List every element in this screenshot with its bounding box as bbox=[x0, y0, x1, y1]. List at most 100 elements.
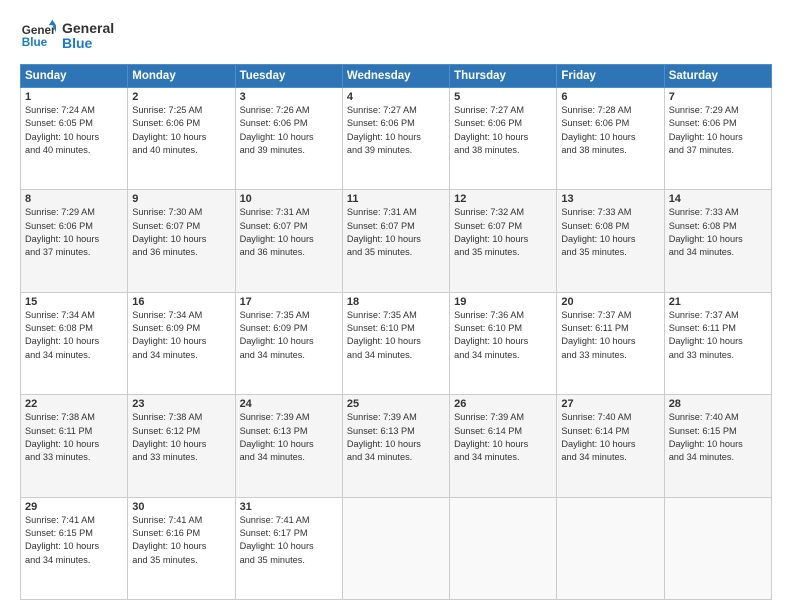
day-info: Sunrise: 7:31 AM Sunset: 6:07 PM Dayligh… bbox=[347, 206, 445, 259]
calendar-cell: 30Sunrise: 7:41 AM Sunset: 6:16 PM Dayli… bbox=[128, 497, 235, 599]
dow-header: Tuesday bbox=[235, 65, 342, 88]
day-info: Sunrise: 7:30 AM Sunset: 6:07 PM Dayligh… bbox=[132, 206, 230, 259]
day-info: Sunrise: 7:38 AM Sunset: 6:11 PM Dayligh… bbox=[25, 411, 123, 464]
calendar-cell: 24Sunrise: 7:39 AM Sunset: 6:13 PM Dayli… bbox=[235, 395, 342, 497]
day-number: 8 bbox=[25, 193, 123, 205]
day-number: 12 bbox=[454, 193, 552, 205]
day-number: 22 bbox=[25, 398, 123, 410]
day-info: Sunrise: 7:35 AM Sunset: 6:09 PM Dayligh… bbox=[240, 309, 338, 362]
day-info: Sunrise: 7:41 AM Sunset: 6:16 PM Dayligh… bbox=[132, 514, 230, 567]
calendar-cell: 19Sunrise: 7:36 AM Sunset: 6:10 PM Dayli… bbox=[450, 292, 557, 394]
calendar-cell: 21Sunrise: 7:37 AM Sunset: 6:11 PM Dayli… bbox=[664, 292, 771, 394]
calendar-cell: 29Sunrise: 7:41 AM Sunset: 6:15 PM Dayli… bbox=[21, 497, 128, 599]
day-info: Sunrise: 7:39 AM Sunset: 6:13 PM Dayligh… bbox=[347, 411, 445, 464]
calendar-cell: 2Sunrise: 7:25 AM Sunset: 6:06 PM Daylig… bbox=[128, 88, 235, 190]
calendar-cell: 1Sunrise: 7:24 AM Sunset: 6:05 PM Daylig… bbox=[21, 88, 128, 190]
day-info: Sunrise: 7:29 AM Sunset: 6:06 PM Dayligh… bbox=[25, 206, 123, 259]
calendar-cell: 9Sunrise: 7:30 AM Sunset: 6:07 PM Daylig… bbox=[128, 190, 235, 292]
header: General Blue General Blue bbox=[20, 18, 772, 54]
calendar-cell bbox=[342, 497, 449, 599]
day-number: 26 bbox=[454, 398, 552, 410]
calendar-cell: 5Sunrise: 7:27 AM Sunset: 6:06 PM Daylig… bbox=[450, 88, 557, 190]
calendar-cell bbox=[664, 497, 771, 599]
dow-header: Wednesday bbox=[342, 65, 449, 88]
day-number: 24 bbox=[240, 398, 338, 410]
day-info: Sunrise: 7:37 AM Sunset: 6:11 PM Dayligh… bbox=[669, 309, 767, 362]
day-number: 28 bbox=[669, 398, 767, 410]
dow-header: Friday bbox=[557, 65, 664, 88]
day-info: Sunrise: 7:29 AM Sunset: 6:06 PM Dayligh… bbox=[669, 104, 767, 157]
day-info: Sunrise: 7:34 AM Sunset: 6:09 PM Dayligh… bbox=[132, 309, 230, 362]
day-number: 9 bbox=[132, 193, 230, 205]
day-number: 2 bbox=[132, 91, 230, 103]
dow-header: Saturday bbox=[664, 65, 771, 88]
day-number: 11 bbox=[347, 193, 445, 205]
calendar-cell: 8Sunrise: 7:29 AM Sunset: 6:06 PM Daylig… bbox=[21, 190, 128, 292]
day-info: Sunrise: 7:41 AM Sunset: 6:15 PM Dayligh… bbox=[25, 514, 123, 567]
calendar-cell: 16Sunrise: 7:34 AM Sunset: 6:09 PM Dayli… bbox=[128, 292, 235, 394]
day-number: 31 bbox=[240, 501, 338, 513]
day-info: Sunrise: 7:39 AM Sunset: 6:14 PM Dayligh… bbox=[454, 411, 552, 464]
calendar-cell: 15Sunrise: 7:34 AM Sunset: 6:08 PM Dayli… bbox=[21, 292, 128, 394]
day-info: Sunrise: 7:27 AM Sunset: 6:06 PM Dayligh… bbox=[347, 104, 445, 157]
day-number: 27 bbox=[561, 398, 659, 410]
calendar: SundayMondayTuesdayWednesdayThursdayFrid… bbox=[20, 64, 772, 600]
day-info: Sunrise: 7:34 AM Sunset: 6:08 PM Dayligh… bbox=[25, 309, 123, 362]
calendar-cell: 27Sunrise: 7:40 AM Sunset: 6:14 PM Dayli… bbox=[557, 395, 664, 497]
calendar-cell: 23Sunrise: 7:38 AM Sunset: 6:12 PM Dayli… bbox=[128, 395, 235, 497]
calendar-cell: 18Sunrise: 7:35 AM Sunset: 6:10 PM Dayli… bbox=[342, 292, 449, 394]
day-number: 6 bbox=[561, 91, 659, 103]
logo-icon: General Blue bbox=[20, 18, 56, 54]
calendar-cell: 22Sunrise: 7:38 AM Sunset: 6:11 PM Dayli… bbox=[21, 395, 128, 497]
calendar-cell: 13Sunrise: 7:33 AM Sunset: 6:08 PM Dayli… bbox=[557, 190, 664, 292]
day-number: 21 bbox=[669, 296, 767, 308]
day-number: 16 bbox=[132, 296, 230, 308]
day-number: 29 bbox=[25, 501, 123, 513]
day-info: Sunrise: 7:40 AM Sunset: 6:15 PM Dayligh… bbox=[669, 411, 767, 464]
day-info: Sunrise: 7:31 AM Sunset: 6:07 PM Dayligh… bbox=[240, 206, 338, 259]
day-info: Sunrise: 7:39 AM Sunset: 6:13 PM Dayligh… bbox=[240, 411, 338, 464]
day-number: 1 bbox=[25, 91, 123, 103]
day-number: 30 bbox=[132, 501, 230, 513]
day-number: 7 bbox=[669, 91, 767, 103]
day-info: Sunrise: 7:24 AM Sunset: 6:05 PM Dayligh… bbox=[25, 104, 123, 157]
day-info: Sunrise: 7:41 AM Sunset: 6:17 PM Dayligh… bbox=[240, 514, 338, 567]
day-number: 25 bbox=[347, 398, 445, 410]
dow-header: Thursday bbox=[450, 65, 557, 88]
day-info: Sunrise: 7:25 AM Sunset: 6:06 PM Dayligh… bbox=[132, 104, 230, 157]
day-number: 20 bbox=[561, 296, 659, 308]
calendar-cell bbox=[557, 497, 664, 599]
calendar-cell: 20Sunrise: 7:37 AM Sunset: 6:11 PM Dayli… bbox=[557, 292, 664, 394]
day-number: 13 bbox=[561, 193, 659, 205]
dow-header: Monday bbox=[128, 65, 235, 88]
calendar-cell: 12Sunrise: 7:32 AM Sunset: 6:07 PM Dayli… bbox=[450, 190, 557, 292]
day-info: Sunrise: 7:37 AM Sunset: 6:11 PM Dayligh… bbox=[561, 309, 659, 362]
day-info: Sunrise: 7:27 AM Sunset: 6:06 PM Dayligh… bbox=[454, 104, 552, 157]
calendar-cell: 26Sunrise: 7:39 AM Sunset: 6:14 PM Dayli… bbox=[450, 395, 557, 497]
day-info: Sunrise: 7:33 AM Sunset: 6:08 PM Dayligh… bbox=[669, 206, 767, 259]
day-info: Sunrise: 7:35 AM Sunset: 6:10 PM Dayligh… bbox=[347, 309, 445, 362]
day-info: Sunrise: 7:26 AM Sunset: 6:06 PM Dayligh… bbox=[240, 104, 338, 157]
dow-header: Sunday bbox=[21, 65, 128, 88]
day-number: 14 bbox=[669, 193, 767, 205]
calendar-cell: 4Sunrise: 7:27 AM Sunset: 6:06 PM Daylig… bbox=[342, 88, 449, 190]
calendar-cell: 17Sunrise: 7:35 AM Sunset: 6:09 PM Dayli… bbox=[235, 292, 342, 394]
day-info: Sunrise: 7:40 AM Sunset: 6:14 PM Dayligh… bbox=[561, 411, 659, 464]
day-number: 4 bbox=[347, 91, 445, 103]
calendar-cell: 28Sunrise: 7:40 AM Sunset: 6:15 PM Dayli… bbox=[664, 395, 771, 497]
calendar-cell: 10Sunrise: 7:31 AM Sunset: 6:07 PM Dayli… bbox=[235, 190, 342, 292]
day-number: 23 bbox=[132, 398, 230, 410]
day-number: 18 bbox=[347, 296, 445, 308]
calendar-cell: 7Sunrise: 7:29 AM Sunset: 6:06 PM Daylig… bbox=[664, 88, 771, 190]
calendar-cell bbox=[450, 497, 557, 599]
day-number: 15 bbox=[25, 296, 123, 308]
calendar-cell: 25Sunrise: 7:39 AM Sunset: 6:13 PM Dayli… bbox=[342, 395, 449, 497]
logo: General Blue General Blue bbox=[20, 18, 114, 54]
calendar-cell: 3Sunrise: 7:26 AM Sunset: 6:06 PM Daylig… bbox=[235, 88, 342, 190]
calendar-cell: 14Sunrise: 7:33 AM Sunset: 6:08 PM Dayli… bbox=[664, 190, 771, 292]
day-number: 17 bbox=[240, 296, 338, 308]
day-info: Sunrise: 7:38 AM Sunset: 6:12 PM Dayligh… bbox=[132, 411, 230, 464]
day-number: 5 bbox=[454, 91, 552, 103]
day-info: Sunrise: 7:32 AM Sunset: 6:07 PM Dayligh… bbox=[454, 206, 552, 259]
day-info: Sunrise: 7:33 AM Sunset: 6:08 PM Dayligh… bbox=[561, 206, 659, 259]
